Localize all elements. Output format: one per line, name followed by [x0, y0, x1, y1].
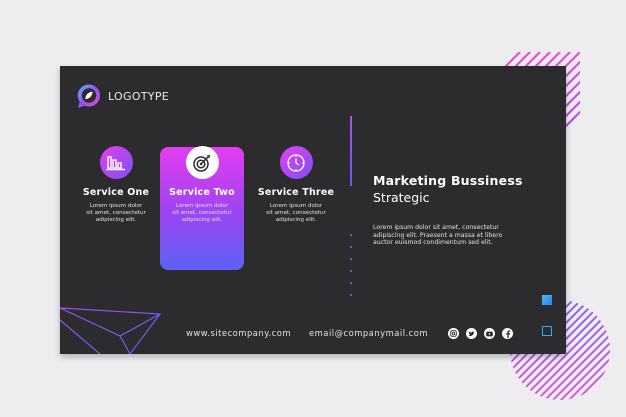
divider-dot: [350, 234, 352, 236]
service-title: Service Three: [257, 187, 335, 198]
social-icons: [448, 328, 513, 339]
logo: LOGOTYPE: [76, 83, 169, 109]
youtube-icon[interactable]: [484, 328, 495, 339]
filled-square-decoration: [542, 295, 552, 305]
service-description: Lorem ipsum dolor sit amet, consectetur …: [266, 203, 326, 223]
business-card: LOGOTYPE Service One Lorem ipsum dolor s…: [60, 66, 566, 354]
headline-subtitle: Strategic: [373, 190, 430, 205]
divider-dot: [350, 246, 352, 248]
divider-dot: [350, 282, 352, 284]
twitter-icon[interactable]: [466, 328, 477, 339]
geometric-outline-decoration: [60, 307, 162, 354]
website-link[interactable]: www.sitecompany.com: [186, 328, 291, 338]
service-one: Service One Lorem ipsum dolor sit amet, …: [70, 146, 162, 224]
bar-chart-icon: [99, 146, 133, 179]
service-description: Lorem ipsum dolor sit amet, consectetur …: [86, 203, 146, 223]
service-description: Lorem ipsum dolor sit amet, consectetur …: [172, 203, 232, 223]
facebook-icon[interactable]: [502, 328, 513, 339]
service-two: Service Two Lorem ipsum dolor sit amet, …: [156, 146, 248, 224]
divider-dot: [350, 258, 352, 260]
logo-text: LOGOTYPE: [108, 89, 169, 103]
headline-title: Marketing Bussiness: [373, 173, 523, 188]
outline-square-decoration: [542, 326, 552, 336]
logo-icon: [77, 84, 101, 108]
divider-dot: [350, 270, 352, 272]
divider-dot: [350, 294, 352, 296]
service-title: Service Two: [169, 187, 235, 198]
service-title: Service One: [82, 187, 150, 198]
vertical-divider: [350, 116, 352, 186]
body-paragraph: Lorem ipsum dolor sit amet, consectetur …: [373, 224, 503, 247]
target-icon: [185, 146, 219, 179]
clock-icon: [279, 146, 313, 179]
instagram-icon[interactable]: [448, 328, 459, 339]
email-link[interactable]: email@companymail.com: [309, 328, 428, 338]
service-three: Service Three Lorem ipsum dolor sit amet…: [250, 146, 342, 224]
